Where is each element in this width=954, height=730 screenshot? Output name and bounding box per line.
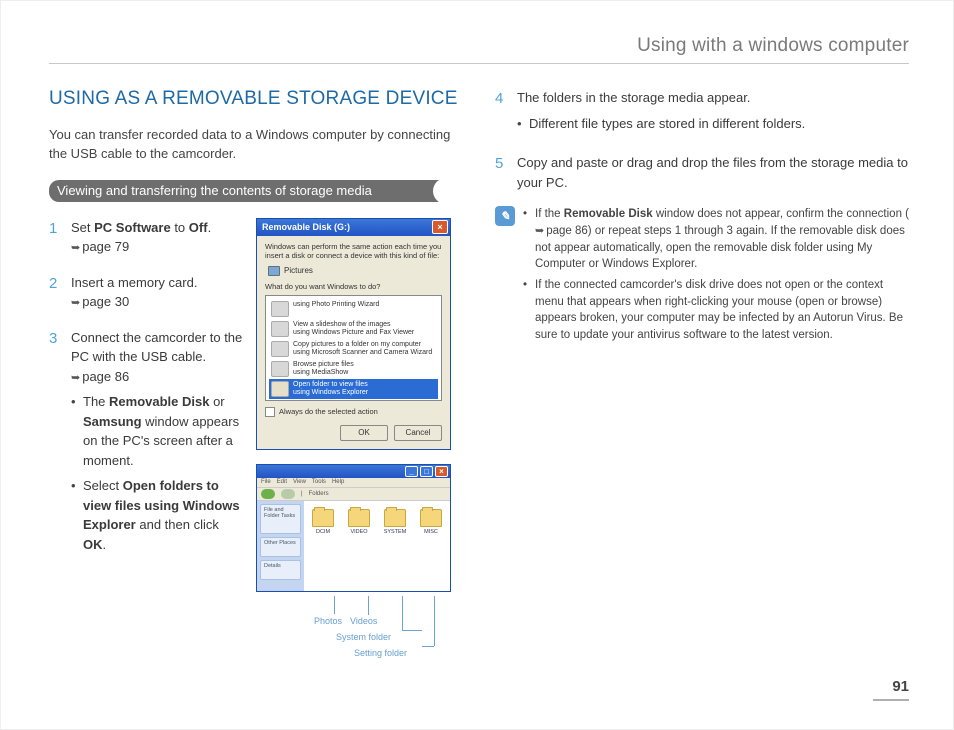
dialog-titlebar: Removable Disk (G:) × xyxy=(257,219,450,236)
minimize-icon[interactable]: _ xyxy=(405,466,418,477)
explorer-folder-view[interactable]: DCIM VIDEO SYSTEM MISC xyxy=(304,501,450,591)
always-do-checkbox-row[interactable]: Always do the selected action xyxy=(265,407,442,417)
sidebar-other-places[interactable]: Other Places xyxy=(260,537,301,557)
steps-1-3: 1 Set PC Software to Off. page 79 2 Inse… xyxy=(49,218,244,664)
step-number: 3 xyxy=(49,328,63,561)
folder-video[interactable]: VIDEO xyxy=(346,509,372,535)
content-type-row: Pictures xyxy=(265,264,442,278)
page-number: 91 xyxy=(873,678,909,695)
page-ref: page 30 xyxy=(71,292,129,312)
header-rule xyxy=(49,63,909,64)
close-icon[interactable]: × xyxy=(435,466,448,477)
dialog-description: Windows can perform the same action each… xyxy=(265,242,442,260)
left-column: USING AS A REMOVABLE STORAGE DEVICE You … xyxy=(49,88,459,664)
option-copy[interactable]: Copy pictures to a folder on my computer… xyxy=(269,339,438,359)
option-open-folder[interactable]: Open folder to view filesusing Windows E… xyxy=(269,379,438,399)
subsection-bar: Viewing and transferring the contents of… xyxy=(49,180,459,202)
maximize-icon[interactable]: □ xyxy=(420,466,433,477)
step-number: 1 xyxy=(49,218,63,257)
explorer-sidebar: File and Folder Tasks Other Places Detai… xyxy=(257,501,304,591)
step-4-bullets: Different file types are stored in diffe… xyxy=(517,114,805,134)
folder-misc[interactable]: MISC xyxy=(418,509,444,535)
explorer-toolbar[interactable]: | Folders xyxy=(257,488,450,501)
folder-icon xyxy=(420,509,442,527)
note-block: ✎ If the Removable Disk window does not … xyxy=(495,206,909,348)
callout-setting-folder: Setting folder xyxy=(354,648,407,658)
manual-page: Using with a windows computer USING AS A… xyxy=(0,0,954,730)
page-ref: page 79 xyxy=(71,237,129,257)
left-body-row: 1 Set PC Software to Off. page 79 2 Inse… xyxy=(49,218,459,664)
browse-icon xyxy=(271,361,289,377)
page-number-block: 91 xyxy=(873,678,909,701)
option-browse[interactable]: Browse picture filesusing MediaShow xyxy=(269,359,438,379)
sidebar-tasks[interactable]: File and Folder Tasks xyxy=(260,504,301,534)
picture-icon xyxy=(268,266,280,276)
dialog-title: Removable Disk (G:) xyxy=(262,222,350,232)
right-column: 4 The folders in the storage media appea… xyxy=(495,88,909,664)
section-title: USING AS A REMOVABLE STORAGE DEVICE xyxy=(49,88,459,110)
page-number-rule xyxy=(873,699,909,701)
two-column-layout: USING AS A REMOVABLE STORAGE DEVICE You … xyxy=(49,88,909,664)
page-ref: page 86 xyxy=(71,367,129,387)
folder-dcim[interactable]: DCIM xyxy=(310,509,336,535)
step-3: 3 Connect the camcorder to the PC with t… xyxy=(49,328,244,561)
dialog-body: Windows can perform the same action each… xyxy=(257,236,450,449)
folder-icon xyxy=(312,509,334,527)
folder-system[interactable]: SYSTEM xyxy=(382,509,408,535)
note-list: If the Removable Disk window does not ap… xyxy=(523,206,909,348)
printer-icon xyxy=(271,301,289,317)
ok-button[interactable]: OK xyxy=(340,425,388,441)
explorer-window: _ □ × FileEditViewToolsHelp | xyxy=(256,464,451,592)
folder-open-icon xyxy=(271,381,289,397)
list-item: The Removable Disk or Samsung window app… xyxy=(71,392,244,470)
step-1: 1 Set PC Software to Off. page 79 xyxy=(49,218,244,257)
checkbox-icon[interactable] xyxy=(265,407,275,417)
forward-button-icon[interactable] xyxy=(281,489,295,499)
running-header: Using with a windows computer xyxy=(49,35,909,57)
note-icon: ✎ xyxy=(495,206,515,226)
explorer-body: File and Folder Tasks Other Places Detai… xyxy=(257,501,450,591)
step-2: 2 Insert a memory card. page 30 xyxy=(49,273,244,312)
camera-icon xyxy=(271,341,289,357)
autoplay-options-list[interactable]: using Photo Printing Wizard View a slide… xyxy=(265,295,442,401)
explorer-titlebar: _ □ × xyxy=(257,465,450,478)
slideshow-icon xyxy=(271,321,289,337)
close-icon[interactable]: × xyxy=(432,220,448,234)
removable-disk-dialog: Removable Disk (G:) × Windows can perfor… xyxy=(256,218,451,450)
list-item: If the connected camcorder's disk drive … xyxy=(523,277,909,344)
step-3-bullets: The Removable Disk or Samsung window app… xyxy=(71,392,244,554)
option-print[interactable]: using Photo Printing Wizard xyxy=(269,299,438,319)
callout-system-folder: System folder xyxy=(336,632,391,642)
step-number: 2 xyxy=(49,273,63,312)
list-item: Select Open folders to view files using … xyxy=(71,476,244,554)
option-slideshow[interactable]: View a slideshow of the imagesusing Wind… xyxy=(269,319,438,339)
screenshots-column: Removable Disk (G:) × Windows can perfor… xyxy=(256,218,459,664)
callout-photos: Photos xyxy=(314,616,342,626)
folder-callouts: Photos Videos System folder Setting fold… xyxy=(256,602,451,664)
list-item: Different file types are stored in diffe… xyxy=(517,114,805,134)
sidebar-details[interactable]: Details xyxy=(260,560,301,580)
dialog-prompt: What do you want Windows to do? xyxy=(265,282,442,291)
folder-icon xyxy=(384,509,406,527)
explorer-menubar[interactable]: FileEditViewToolsHelp xyxy=(257,478,450,488)
step-4: 4 The folders in the storage media appea… xyxy=(495,88,909,139)
dialog-footer: OK Cancel xyxy=(265,425,442,441)
list-item: If the Removable Disk window does not ap… xyxy=(523,206,909,273)
intro-paragraph: You can transfer recorded data to a Wind… xyxy=(49,126,459,164)
page-ref: page 86 xyxy=(535,223,588,240)
folder-icon xyxy=(348,509,370,527)
callout-videos: Videos xyxy=(350,616,377,626)
step-5: 5 Copy and paste or drag and drop the fi… xyxy=(495,153,909,192)
step-number: 4 xyxy=(495,88,509,139)
step-number: 5 xyxy=(495,153,509,192)
subsection-title: Viewing and transferring the contents of… xyxy=(57,180,372,202)
cancel-button[interactable]: Cancel xyxy=(394,425,442,441)
back-button-icon[interactable] xyxy=(261,489,275,499)
